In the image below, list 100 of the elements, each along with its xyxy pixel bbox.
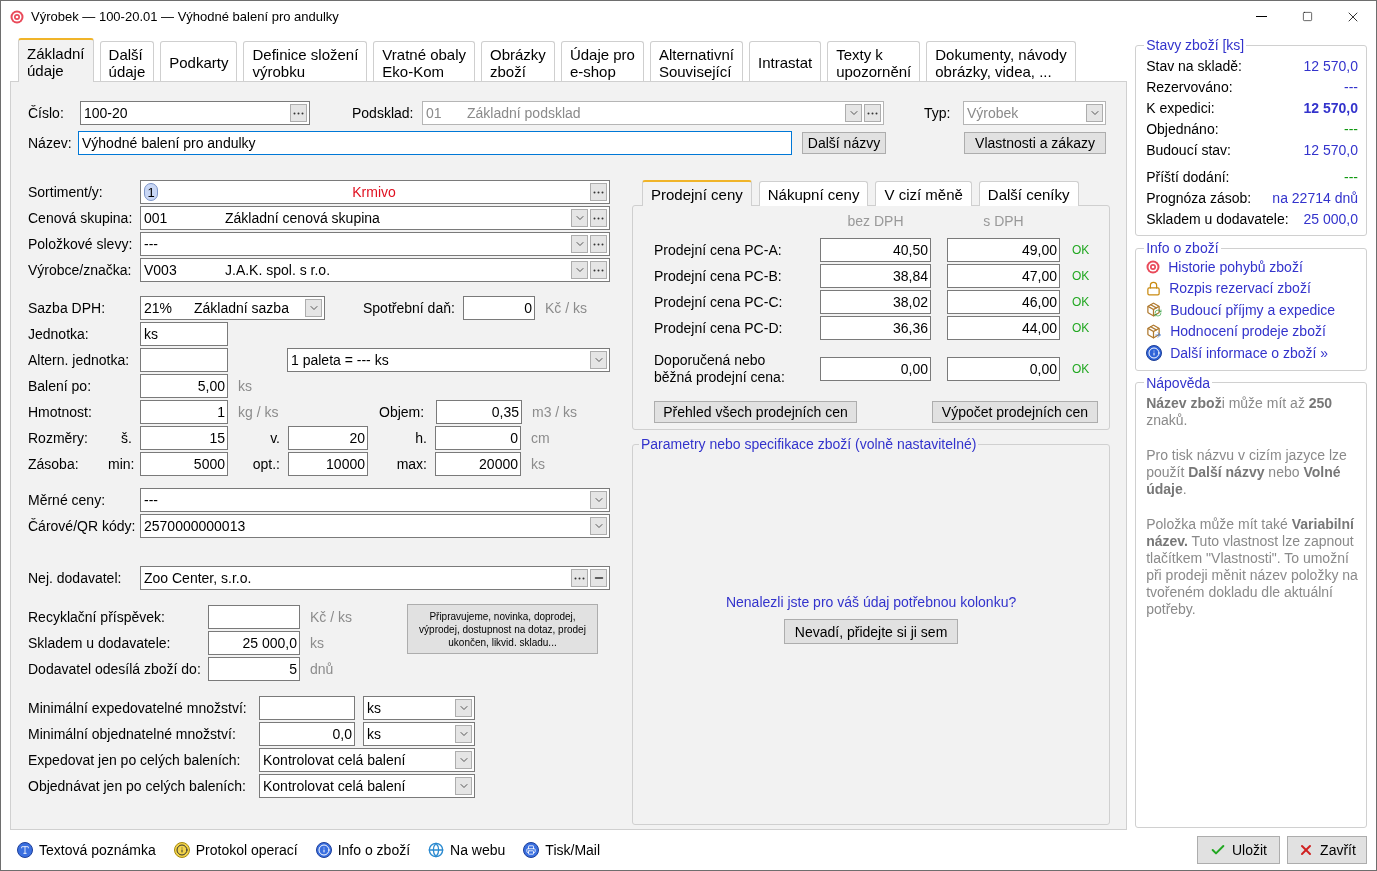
more-button[interactable] (590, 209, 607, 227)
more-button[interactable] (590, 183, 607, 201)
footer-link[interactable]: Tisk/Mail (523, 842, 601, 858)
text-field[interactable]: 5000 (140, 452, 228, 476)
text-field[interactable]: Výhodné balení pro andulky (78, 131, 792, 155)
close-dialog-button[interactable]: Zavřít (1287, 836, 1367, 864)
tab[interactable]: V cizí měně (875, 181, 972, 206)
tab[interactable]: Dokumenty, návody obrázky, videa, ... (926, 41, 1076, 81)
dropdown-button[interactable] (590, 351, 607, 369)
more-button[interactable] (590, 261, 607, 279)
properties-button[interactable]: Vlastnosti a zákazy (964, 132, 1106, 154)
price-field[interactable]: 49,00 (947, 238, 1060, 262)
footer-link[interactable]: Info o zboží (315, 842, 411, 858)
price-field[interactable]: 36,36 (820, 316, 931, 340)
dropdown-field[interactable]: ks (363, 696, 475, 720)
text-field[interactable]: 20 (288, 426, 368, 450)
dropdown-field[interactable]: 001 Základní cenová skupina (140, 206, 610, 230)
unit-label: Kč / ks (545, 300, 587, 316)
text-field[interactable]: 0 (435, 426, 521, 450)
text-field[interactable] (208, 605, 300, 629)
dropdown-button[interactable] (455, 751, 472, 769)
dropdown-field[interactable]: 1 paleta = --- ks (287, 348, 610, 372)
dropdown-button[interactable] (590, 517, 607, 535)
more-button[interactable] (590, 235, 607, 253)
price-field[interactable]: 44,00 (947, 316, 1060, 340)
info-link[interactable]: Hodnocení prodeje zboží (1170, 323, 1326, 340)
footer-link[interactable]: Textová poznámka (17, 842, 156, 858)
info-link[interactable]: Historie pohybů zboží (1168, 258, 1303, 275)
dropdown-field[interactable]: --- (140, 488, 610, 512)
text-field[interactable]: 0,0 (259, 722, 355, 746)
dropdown-button[interactable] (590, 491, 607, 509)
dropdown-field[interactable]: V003 J.A.K. spol. s r.o. (140, 258, 610, 282)
price-field[interactable]: 38,02 (820, 290, 931, 314)
dropdown-field[interactable]: --- (140, 232, 610, 256)
field-label: Cenová skupina: (28, 210, 134, 226)
add-field-button[interactable]: Nevadí, přidejte si ji sem (784, 619, 959, 644)
info-link[interactable]: Další informace o zboží » (1170, 344, 1329, 361)
dropdown-button[interactable] (571, 261, 588, 279)
text-field[interactable]: Zoo Center, s.r.o. (140, 566, 610, 590)
price-field[interactable]: 46,00 (947, 290, 1060, 314)
dropdown-field[interactable]: Kontrolovat celá balení (259, 748, 475, 772)
tab[interactable]: Údaje pro e-shop (560, 41, 644, 81)
price-field[interactable]: 38,84 (820, 264, 931, 288)
dropdown-button[interactable] (455, 777, 472, 795)
text-field[interactable]: 5,00 (140, 374, 228, 398)
price-overview-button[interactable]: Přehled všech prodejních cen (654, 401, 857, 423)
group-title: Info o zboží (1145, 240, 1220, 256)
dropdown-button[interactable] (571, 235, 588, 253)
footer-link[interactable]: Protokol operací (173, 842, 298, 858)
text-field[interactable] (259, 696, 355, 720)
price-calculation-button[interactable]: Výpočet prodejních cen (932, 401, 1098, 423)
tab[interactable]: Texty k upozornění (827, 41, 921, 81)
text-field[interactable]: 0 (463, 296, 535, 320)
printer-icon (523, 842, 540, 858)
tab[interactable]: Intrastat (748, 41, 822, 81)
text-field[interactable]: 1 (140, 400, 228, 424)
remove-button[interactable] (590, 569, 607, 587)
footer-link[interactable]: Na webu (428, 842, 506, 858)
price-field[interactable]: 0,00 (947, 357, 1060, 381)
dropdown-field[interactable]: ks (363, 722, 475, 746)
info-link[interactable]: Rozpis rezervací zboží (1169, 280, 1311, 297)
tab[interactable]: Nákupní ceny (758, 181, 869, 206)
tab[interactable]: Alternativní Související (649, 41, 743, 81)
text-field[interactable]: 25 000,0 (208, 631, 300, 655)
dropdown-field[interactable]: 21% Základní sazba (140, 296, 325, 320)
dropdown-button[interactable] (305, 299, 322, 317)
dropdown-button[interactable] (571, 209, 588, 227)
more-button[interactable] (290, 104, 307, 122)
info-link[interactable]: Budoucí příjmy a expedice (1170, 301, 1336, 318)
price-field[interactable]: 40,50 (820, 238, 931, 262)
tab[interactable]: Základní údaje (18, 38, 94, 82)
text-field[interactable]: 10000 (288, 452, 368, 476)
text-field[interactable] (140, 348, 228, 372)
tab[interactable]: Vratné obaly Eko-Kom (373, 41, 475, 81)
status-button[interactable]: Připravujeme, novinka, doprodej, výprodej, dostupnost na dotaz, prodej ukončen, likvid. skladu... (407, 604, 598, 654)
tab[interactable]: Další ceníky (978, 181, 1079, 206)
text-field[interactable]: 20000 (435, 452, 521, 476)
field-label: v. (269, 430, 281, 446)
tab[interactable]: Obrázky zboží (481, 41, 555, 81)
names-button[interactable]: Další názvy (802, 132, 886, 154)
more-icon (293, 111, 304, 115)
tab[interactable]: Podkarty (160, 41, 238, 81)
text-field[interactable]: 15 (140, 426, 228, 450)
text-field[interactable]: 0,35 (436, 400, 522, 424)
tab[interactable]: Další údaje (99, 41, 155, 81)
field-label: Nej. dodavatel: (28, 570, 123, 586)
price-field[interactable]: 0,00 (820, 357, 931, 381)
save-button[interactable]: Uložit (1197, 836, 1280, 864)
dropdown-button[interactable] (455, 699, 472, 717)
tab[interactable]: Definice složení výrobku (243, 41, 368, 81)
dropdown-field[interactable]: Kontrolovat celá balení (259, 774, 475, 798)
dropdown-field[interactable]: 2570000000013 (140, 514, 610, 538)
text-field[interactable]: 100-20 (80, 101, 310, 125)
price-field[interactable]: 47,00 (947, 264, 1060, 288)
dropdown-button[interactable] (455, 725, 472, 743)
more-button[interactable] (571, 569, 588, 587)
text-field[interactable]: 5 (208, 657, 300, 681)
text-field[interactable]: ks (140, 322, 228, 346)
tab[interactable]: Prodejní ceny (642, 180, 752, 206)
assortment-field[interactable]: 1 Krmivo (140, 180, 610, 204)
